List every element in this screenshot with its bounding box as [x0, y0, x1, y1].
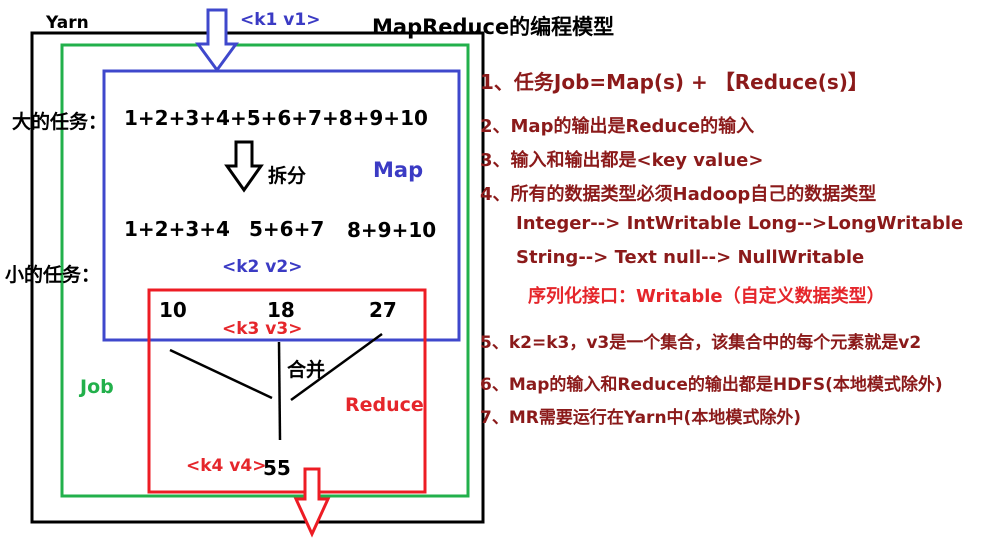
big-task-label: 大的任务： [12, 111, 108, 133]
yarn-label: Yarn [46, 13, 89, 33]
value-3: 27 [369, 298, 397, 322]
small-task-label: 小的任务： [5, 264, 101, 286]
output-arrow [293, 467, 331, 538]
k4v4-label: <k4 v4> [186, 456, 267, 476]
note-7: 7、MR需要运行在Yarn中(本地模式除外) [480, 408, 802, 428]
merge-label: 合并 [287, 359, 326, 381]
note-4-type-map-2: String--> Text null--> NullWritable [516, 247, 865, 268]
reduce-label: Reduce [345, 394, 424, 416]
value-1: 10 [159, 298, 187, 322]
map-label: Map [373, 158, 424, 182]
diagram-title: MapReduce的编程模型 [372, 15, 615, 39]
merge-line-left [169, 348, 273, 400]
note-4: 4、所有的数据类型必须Hadoop自己的数据类型 [480, 184, 877, 205]
job-label: Job [80, 376, 114, 398]
part3-expression: 8+9+10 [347, 218, 437, 242]
part2-expression: 5+6+7 [249, 217, 325, 241]
note-2: 2、Map的输出是Reduce的输入 [480, 116, 755, 137]
split-arrow [224, 140, 264, 193]
note-3: 3、输入和输出都是<key value> [480, 150, 764, 171]
note-6: 6、Map的输入和Reduce的输出都是HDFS(本地模式除外) [480, 375, 943, 395]
merge-line-center [277, 341, 282, 441]
note-4-serialization: 序列化接口：Writable（自定义数据类型） [528, 286, 885, 307]
k1v1-label: <k1 v1> [240, 10, 321, 30]
part1-expression: 1+2+3+4 [124, 217, 230, 241]
k2v2-label: <k2 v2> [222, 257, 303, 277]
input-arrow [195, 8, 239, 73]
result-value: 55 [263, 456, 291, 480]
note-5: 5、k2=k3，v3是一个集合，该集合中的每个元素就是v2 [480, 333, 922, 353]
k3v3-label: <k3 v3> [222, 319, 303, 339]
note-4-type-map-1: Integer--> IntWritable Long-->LongWritab… [516, 213, 964, 234]
split-label: 拆分 [268, 165, 307, 187]
note-1: 1、任务Job=Map(s) + 【Reduce(s)】 [480, 70, 868, 94]
full-expression: 1+2+3+4+5+6+7+8+9+10 [124, 106, 428, 130]
